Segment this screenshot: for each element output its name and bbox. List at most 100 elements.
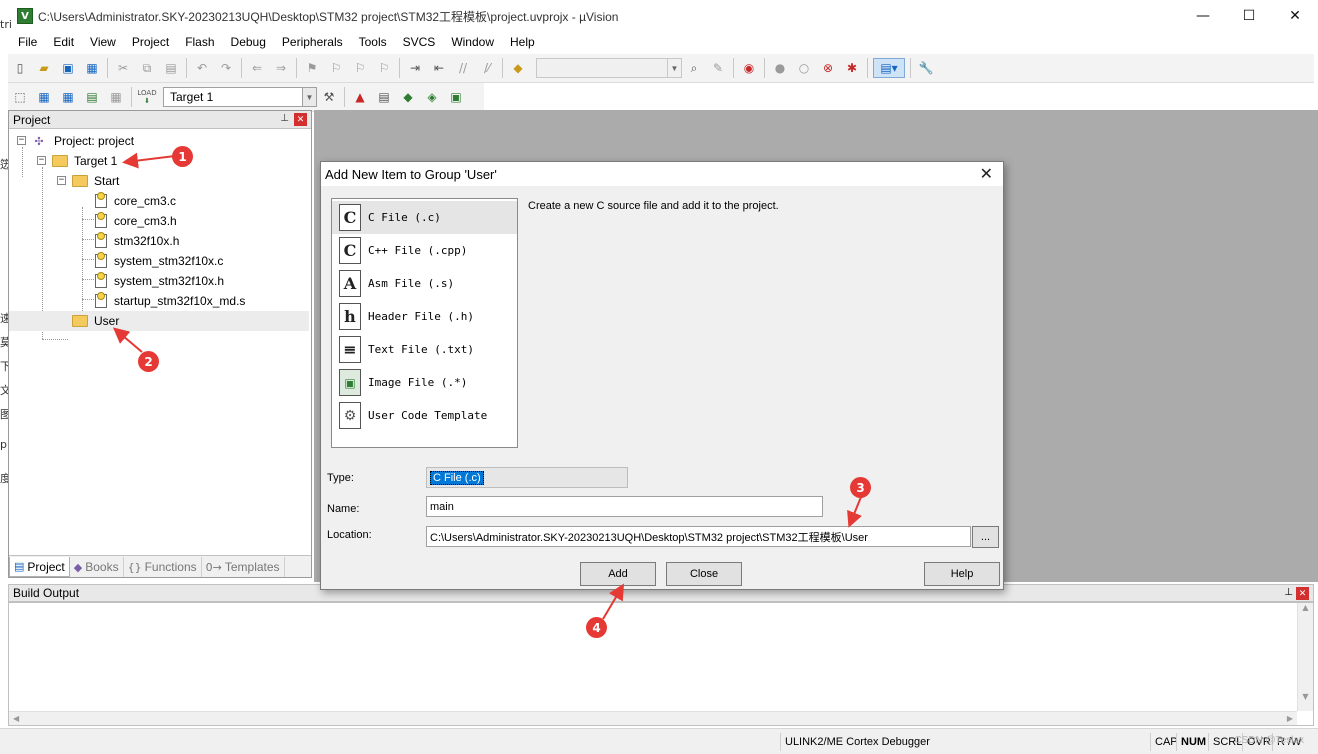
translate-icon[interactable]: ⬚ <box>10 87 30 107</box>
collapse-icon[interactable]: − <box>17 136 26 145</box>
close-icon[interactable]: ✕ <box>294 113 307 126</box>
indent-icon[interactable]: ⇥ <box>405 58 425 78</box>
find-icon[interactable]: ⌕ <box>684 58 704 78</box>
tree-item-file[interactable]: system_stm32f10x.c <box>9 251 309 271</box>
clear-bookmarks-icon[interactable]: ⚐ <box>374 58 394 78</box>
breakpoint-icon[interactable]: ● <box>770 58 790 78</box>
menu-svcs[interactable]: SVCS <box>395 35 444 49</box>
configure-wrench-icon[interactable]: 🔧 <box>916 58 936 78</box>
menu-edit[interactable]: Edit <box>45 35 82 49</box>
menu-debug[interactable]: Debug <box>223 35 274 49</box>
comment-icon[interactable]: // <box>453 58 473 78</box>
maximize-button[interactable]: ☐ <box>1226 0 1272 32</box>
run-time-environment-icon[interactable]: ▣ <box>446 87 466 107</box>
window-layout-icon[interactable]: ▤▾ <box>873 58 905 78</box>
open-folder-icon[interactable]: ▰ <box>34 58 54 78</box>
file-type-image[interactable]: ▣ Image File (.*) <box>332 366 517 399</box>
minimize-button[interactable]: — <box>1180 0 1226 32</box>
kill-breakpoints-icon[interactable]: ✱ <box>842 58 862 78</box>
file-type-header[interactable]: h Header File (.h) <box>332 300 517 333</box>
chevron-down-icon[interactable]: ▼ <box>667 59 681 77</box>
close-icon[interactable]: ✕ <box>1296 587 1309 600</box>
tree-item-file[interactable]: startup_stm32f10x_md.s <box>9 291 309 311</box>
target-options-icon[interactable]: ⚒ <box>319 87 339 107</box>
select-software-packs-icon[interactable]: ◈ <box>422 87 442 107</box>
copy-icon[interactable]: ⧉ <box>137 58 157 78</box>
browse-button[interactable]: ... <box>972 526 999 548</box>
menu-file[interactable]: File <box>8 35 45 49</box>
pin-icon[interactable]: ⊥ <box>280 113 289 124</box>
clear-breakpoints-icon[interactable]: ⊗ <box>818 58 838 78</box>
tree-item-project-root[interactable]: − ✣ Project: project <box>9 131 309 151</box>
paste-icon[interactable]: ▤ <box>161 58 181 78</box>
tab-project[interactable]: ▤ Project <box>9 557 70 577</box>
tree-item-target[interactable]: − Target 1 <box>9 151 309 171</box>
tree-item-group-start[interactable]: − Start <box>9 171 309 191</box>
tab-books[interactable]: ◆ Books <box>70 557 124 577</box>
collapse-icon[interactable]: − <box>57 176 66 185</box>
save-all-icon[interactable]: ▦ <box>82 58 102 78</box>
scroll-down-icon[interactable]: ▼ <box>1298 692 1313 701</box>
new-file-icon[interactable]: ▯ <box>10 58 30 78</box>
file-type-user-template[interactable]: ⚙ User Code Template <box>332 399 517 432</box>
file-type-text[interactable]: ≡ Text File (.txt) <box>332 333 517 366</box>
build-output-panel[interactable]: ▲ ▼ ◀ ▶ <box>8 602 1314 726</box>
menu-project[interactable]: Project <box>124 35 177 49</box>
unindent-icon[interactable]: ⇤ <box>429 58 449 78</box>
close-dialog-button[interactable]: Close <box>666 562 742 586</box>
menu-window[interactable]: Window <box>443 35 502 49</box>
horizontal-scrollbar[interactable]: ◀ ▶ <box>9 711 1297 725</box>
incremental-find-icon[interactable]: ✎ <box>708 58 728 78</box>
file-type-cpp[interactable]: C C++ File (.cpp) <box>332 234 517 267</box>
chevron-down-icon[interactable]: ▼ <box>302 88 316 106</box>
nav-back-icon[interactable]: ⇐ <box>247 58 267 78</box>
file-extensions-icon[interactable]: ▤ <box>374 87 394 107</box>
scroll-right-icon[interactable]: ▶ <box>1287 714 1293 723</box>
uncomment-icon[interactable]: /⁄ <box>477 58 497 78</box>
menu-flash[interactable]: Flash <box>177 35 222 49</box>
disable-breakpoint-icon[interactable]: ○ <box>794 58 814 78</box>
download-load-icon[interactable]: LOAD ⬇ <box>137 87 157 107</box>
collapse-icon[interactable]: − <box>37 156 46 165</box>
find-in-files-icon[interactable]: ◆ <box>508 58 528 78</box>
location-input[interactable]: C:\Users\Administrator.SKY-20230213UQH\D… <box>426 526 971 547</box>
dialog-close-icon[interactable]: ✕ <box>980 164 993 183</box>
next-bookmark-icon[interactable]: ⚐ <box>350 58 370 78</box>
prev-bookmark-icon[interactable]: ⚐ <box>326 58 346 78</box>
tree-item-file[interactable]: system_stm32f10x.h <box>9 271 309 291</box>
menu-help[interactable]: Help <box>502 35 543 49</box>
nav-forward-icon[interactable]: ⇒ <box>271 58 291 78</box>
tab-templates[interactable]: 0→ Templates <box>202 557 285 577</box>
scroll-left-icon[interactable]: ◀ <box>13 714 19 723</box>
file-type-c[interactable]: C C File (.c) <box>332 201 517 234</box>
cut-icon[interactable]: ✂ <box>113 58 133 78</box>
menu-view[interactable]: View <box>82 35 124 49</box>
help-button[interactable]: Help <box>924 562 1000 586</box>
tree-item-file[interactable]: core_cm3.c <box>9 191 309 211</box>
add-button[interactable]: Add <box>580 562 656 586</box>
menu-tools[interactable]: Tools <box>351 35 395 49</box>
scroll-up-icon[interactable]: ▲ <box>1298 603 1313 612</box>
batch-build-icon[interactable]: ▤ <box>82 87 102 107</box>
target-select[interactable]: Target 1 ▼ <box>163 87 317 107</box>
debug-session-icon[interactable]: ◉ <box>739 58 759 78</box>
tree-item-file[interactable]: core_cm3.h <box>9 211 309 231</box>
tab-functions[interactable]: {} Functions <box>124 557 202 577</box>
redo-icon[interactable]: ↷ <box>216 58 236 78</box>
vertical-scrollbar[interactable]: ▲ ▼ <box>1297 603 1313 711</box>
save-icon[interactable]: ▣ <box>58 58 78 78</box>
build-icon[interactable]: ▦ <box>34 87 54 107</box>
tree-item-group-user[interactable]: User <box>9 311 309 331</box>
pin-icon[interactable]: ⊥ <box>1284 587 1293 598</box>
file-type-asm[interactable]: A Asm File (.s) <box>332 267 517 300</box>
menu-peripherals[interactable]: Peripherals <box>274 35 351 49</box>
pack-installer-icon[interactable]: ◆ <box>398 87 418 107</box>
manage-components-icon[interactable]: ▲ <box>350 87 370 107</box>
tree-item-file[interactable]: stm32f10x.h <box>9 231 309 251</box>
bookmark-icon[interactable]: ⚑ <box>302 58 322 78</box>
find-combo[interactable]: ▼ <box>536 58 682 78</box>
rebuild-icon[interactable]: ▦ <box>58 87 78 107</box>
name-input[interactable]: main <box>426 496 823 517</box>
stop-build-icon[interactable]: ▦ <box>106 87 126 107</box>
close-window-button[interactable]: ✕ <box>1272 0 1318 32</box>
